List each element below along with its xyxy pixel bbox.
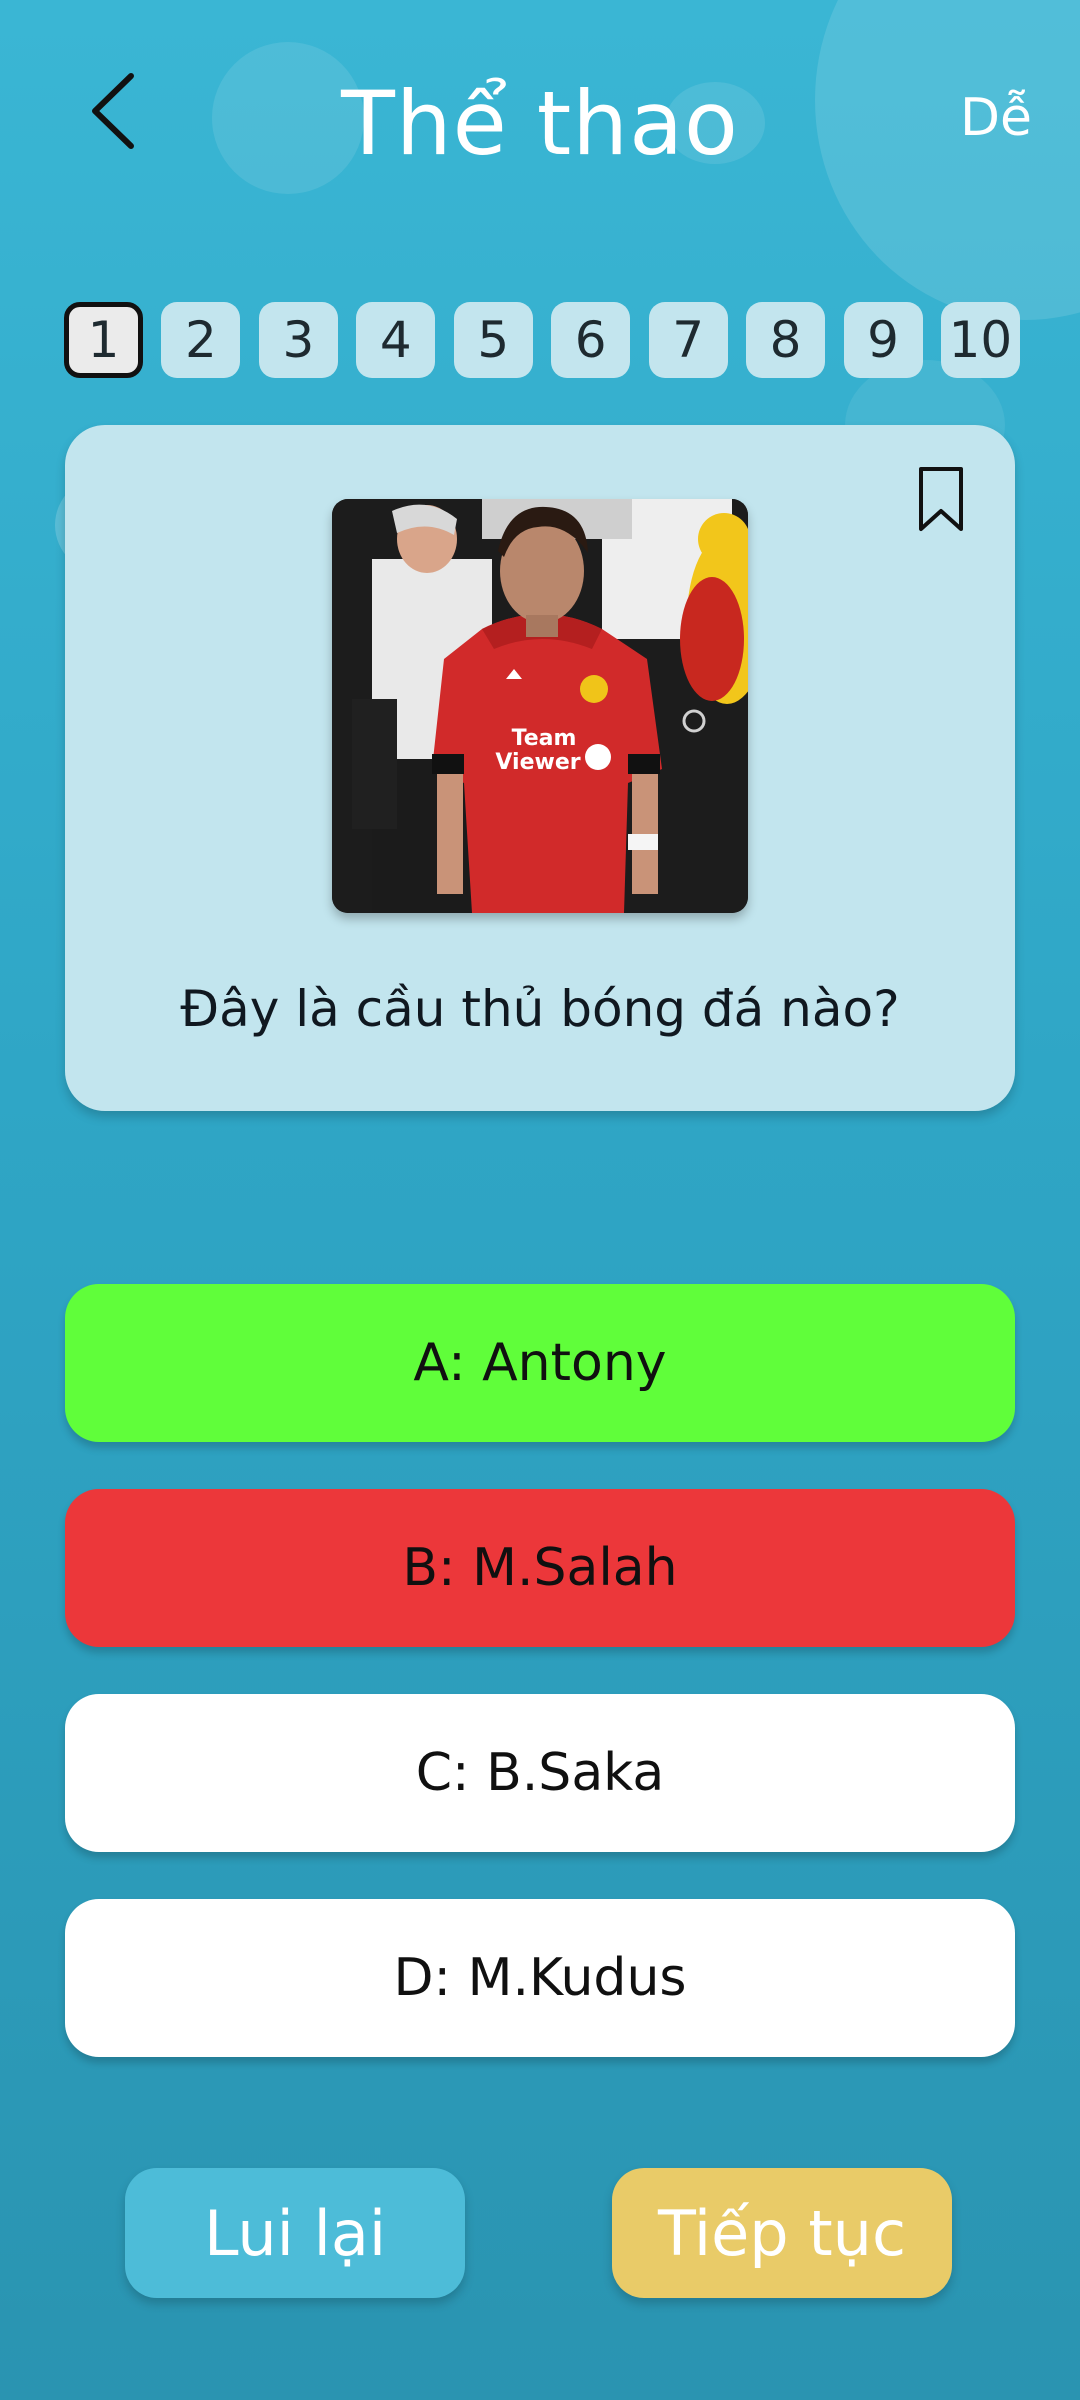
quiz-screen: Thể thao Dễ 1 2 3 4 5 6 7 8 9 10 Team Vi… bbox=[0, 0, 1080, 2400]
question-navigator: 1 2 3 4 5 6 7 8 9 10 bbox=[64, 302, 1020, 380]
question-number-10[interactable]: 10 bbox=[940, 302, 1020, 378]
question-number-2[interactable]: 2 bbox=[161, 302, 241, 378]
answer-d-button[interactable]: D: M.Kudus bbox=[65, 1899, 1015, 2057]
player-photo-illustration: Team Viewer bbox=[332, 499, 748, 913]
question-number-1[interactable]: 1 bbox=[64, 302, 143, 378]
question-card: Team Viewer Đây là cầu thủ bóng đá nào? bbox=[65, 425, 1015, 1111]
question-number-4[interactable]: 4 bbox=[356, 302, 436, 378]
svg-text:Team: Team bbox=[512, 726, 577, 751]
question-number-5[interactable]: 5 bbox=[453, 302, 533, 378]
difficulty-label: Dễ bbox=[959, 88, 1032, 148]
next-button[interactable]: Tiếp tục bbox=[612, 2168, 952, 2298]
svg-text:Viewer: Viewer bbox=[495, 750, 580, 775]
page-title: Thể thao bbox=[341, 72, 739, 175]
question-number-3[interactable]: 3 bbox=[258, 302, 338, 378]
question-text: Đây là cầu thủ bóng đá nào? bbox=[180, 980, 900, 1038]
bookmark-icon bbox=[919, 467, 963, 531]
question-number-8[interactable]: 8 bbox=[746, 302, 826, 378]
player-photo: Team Viewer bbox=[332, 499, 748, 913]
question-number-9[interactable]: 9 bbox=[843, 302, 923, 378]
answer-a-button[interactable]: A: Antony bbox=[65, 1284, 1015, 1442]
answer-b-button[interactable]: B: M.Salah bbox=[65, 1489, 1015, 1647]
answer-c-button[interactable]: C: B.Saka bbox=[65, 1694, 1015, 1852]
question-number-6[interactable]: 6 bbox=[551, 302, 631, 378]
previous-button[interactable]: Lui lại bbox=[125, 2168, 465, 2298]
question-number-7[interactable]: 7 bbox=[648, 302, 728, 378]
bookmark-button[interactable] bbox=[915, 465, 967, 535]
